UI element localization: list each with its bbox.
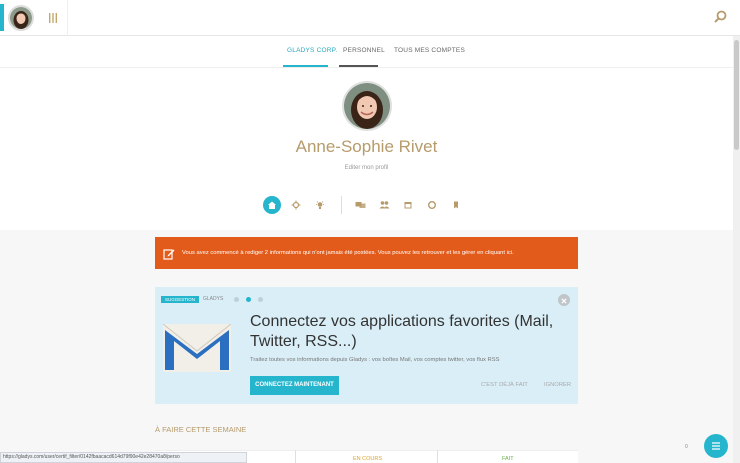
edit-icon (163, 247, 175, 260)
profile-name: Anne-Sophie Rivet (295, 137, 438, 156)
column-fait: FAIT (502, 456, 514, 462)
sun-icon[interactable] (287, 196, 305, 214)
scrollbar-thumb[interactable] (734, 40, 739, 150)
drafts-alert[interactable]: Vous avez commencé à rediger 2 informati… (155, 237, 578, 269)
suggestion-title: Connectez vos applications favorites (Ma… (250, 313, 554, 350)
already-done-link[interactable]: C'EST DÉJÀ FAIT (481, 382, 528, 388)
top-bar (0, 0, 740, 36)
chat-icon[interactable] (351, 196, 369, 214)
bookmark-icon[interactable] (447, 196, 465, 214)
ignore-link[interactable]: IGNORER (544, 382, 571, 388)
profile-header: Anne-Sophie Rivet Editer mon profil (0, 68, 733, 230)
column-divider (437, 450, 438, 463)
week-section-title: À FAIRE CETTE SEMAINE (155, 425, 247, 434)
list-icon (712, 442, 720, 450)
carousel-dot-3[interactable] (258, 297, 263, 302)
people-icon[interactable] (375, 196, 393, 214)
suggestion-description: Traitez toutes vos informations depuis G… (250, 357, 500, 363)
menu-fab-button[interactable] (704, 434, 728, 458)
lightbulb-icon[interactable] (311, 196, 329, 214)
edit-profile-link[interactable]: Editer mon profil (0, 165, 733, 171)
carousel-dot-2[interactable] (246, 297, 251, 302)
close-icon[interactable] (558, 294, 570, 306)
circle-icon[interactable] (423, 196, 441, 214)
notification-count: 0 (685, 444, 688, 450)
tab-tous-mes-comptes[interactable]: TOUS MES COMPTES (394, 47, 465, 54)
active-indicator (0, 4, 4, 31)
icon-separator (341, 196, 342, 214)
scrollbar[interactable] (733, 36, 740, 463)
tab-gladys-corp[interactable]: GLADYS CORP. (287, 47, 337, 54)
home-icon[interactable] (263, 196, 281, 214)
alert-text: Vous avez commencé à rediger 2 informati… (182, 250, 514, 256)
mail-icon (162, 323, 232, 372)
status-bar-url: https://gladys.com/user/certif_filter/01… (0, 452, 247, 463)
column-divider (295, 450, 296, 463)
suggestion-source: GLADYS (203, 296, 224, 302)
search-icon[interactable] (712, 9, 728, 25)
tab-underline-active (283, 65, 328, 67)
avatar[interactable] (8, 5, 34, 31)
suggestion-badge: SUGGESTION (161, 296, 200, 303)
connect-now-button[interactable]: CONNECTEZ MAINTENANT (250, 376, 339, 395)
tab-underline-personnel (339, 65, 378, 67)
menu-icon[interactable] (48, 11, 58, 23)
account-tabs: GLADYS CORP. PERSONNEL TOUS MES COMPTES (0, 36, 733, 68)
tab-personnel[interactable]: PERSONNEL (343, 47, 385, 54)
carousel-dot-1[interactable] (234, 297, 239, 302)
profile-avatar[interactable] (342, 81, 392, 131)
divider (67, 0, 68, 36)
column-en-cours: EN COURS (353, 456, 383, 462)
suggestion-card: SUGGESTION GLADYS Connectez vos applicat… (155, 287, 578, 404)
calendar-icon[interactable] (399, 196, 417, 214)
